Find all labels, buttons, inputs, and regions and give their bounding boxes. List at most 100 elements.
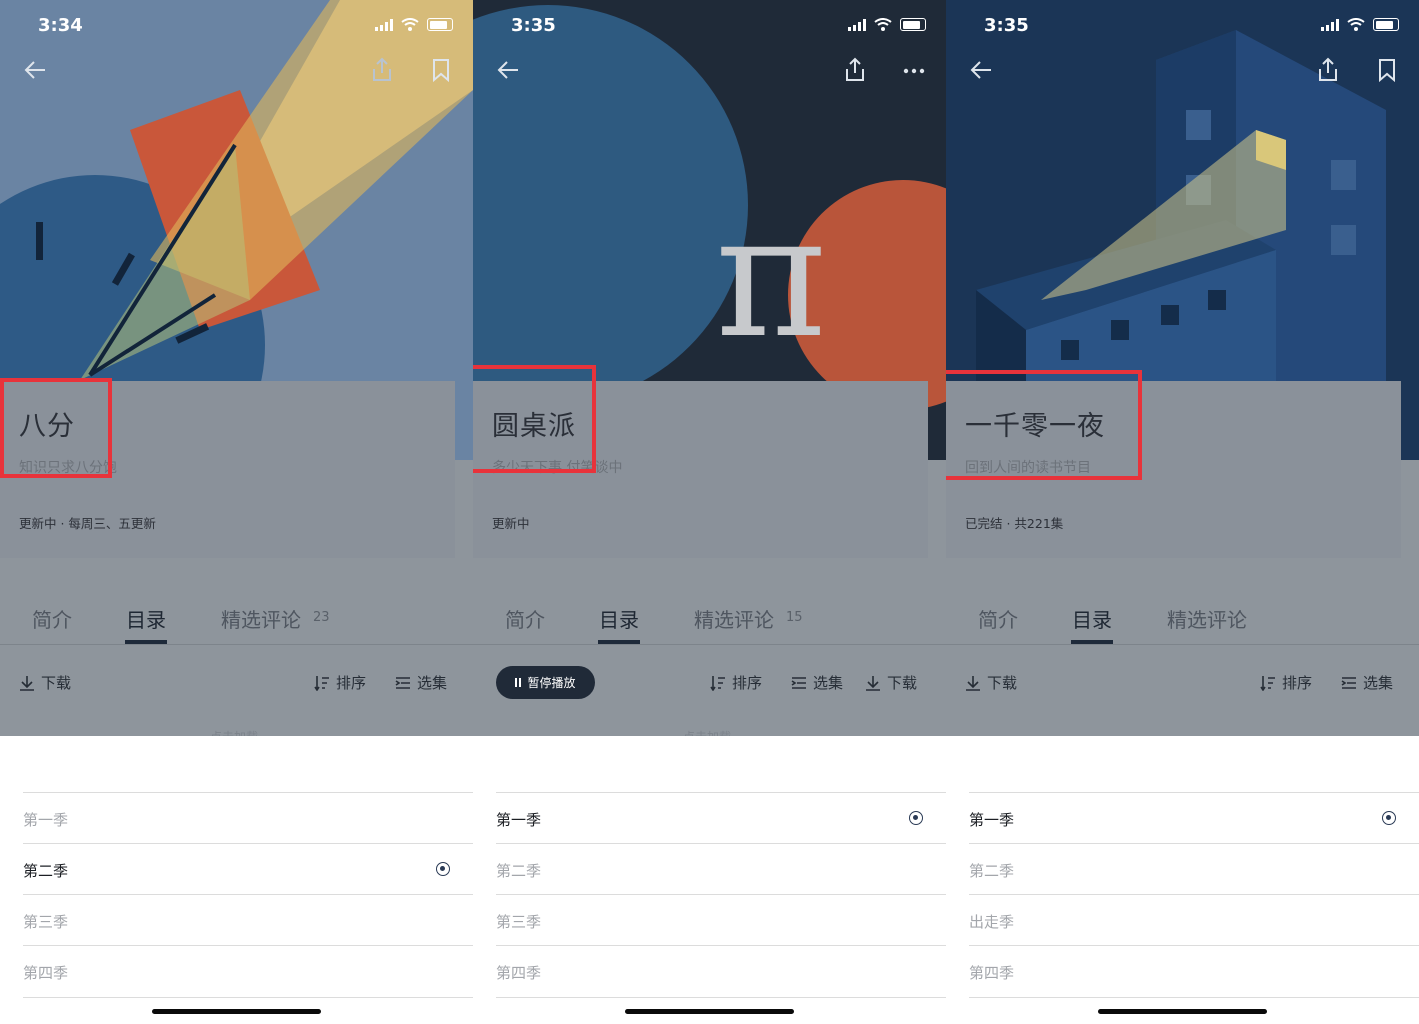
battery-icon [900,18,926,31]
season-option[interactable]: 出走季 [969,894,1419,946]
pause-button[interactable]: 暂停播放 [496,666,595,699]
more-icon[interactable] [900,56,928,84]
title-highlight-box [473,365,596,473]
bookmark-icon[interactable] [1373,56,1401,84]
title-highlight-box [946,370,1142,480]
back-arrow-icon[interactable] [21,56,49,84]
season-option[interactable]: 第四季 [23,945,473,997]
pause-label: 暂停播放 [527,676,576,690]
selected-radio-icon [909,811,923,825]
tab-intro[interactable]: 简介 [978,604,1018,633]
season-label: 第二季 [969,862,1015,880]
load-more-text[interactable]: 点击加载 [683,728,731,736]
comment-count: 23 [313,610,330,625]
season-label: 第一季 [23,811,69,829]
tab-catalog[interactable]: 目录 [1072,604,1112,633]
tab-comments[interactable]: 精选评论 [221,604,301,633]
sort-icon [710,675,725,691]
tab-comments[interactable]: 精选评论 [1167,604,1247,633]
season-option[interactable]: 第二季 [23,843,473,895]
show-status: 更新中 [492,516,530,531]
list-icon [395,676,410,689]
download-button[interactable]: 下载 [19,672,71,693]
season-option[interactable]: 第四季 [496,945,946,997]
season-label: 第四季 [969,964,1015,982]
sort-button[interactable]: 排序 [1260,672,1312,693]
divider [23,997,473,998]
screen-qianlingyiye: 3:35 一千零一夜 回到人间的读书节目 已完结 · 共221集 简介 目录 精… [946,0,1419,1024]
season-label: 出走季 [969,913,1015,931]
pause-icon [515,678,522,687]
download-icon [866,675,880,691]
screen-bafen: 3:34 八分 知识只求八分饱 更新中 · 每周三、五更新 简介 目录 精选评论… [0,0,473,1024]
season-option[interactable]: 第三季 [496,894,946,946]
tab-catalog[interactable]: 目录 [599,604,639,633]
status-time: 3:35 [511,15,556,36]
season-option[interactable]: 第二季 [969,843,1419,895]
svg-text:π: π [715,178,827,376]
download-label: 下载 [987,674,1018,692]
share-icon[interactable] [368,56,396,84]
wifi-icon [874,18,892,31]
tab-intro[interactable]: 简介 [505,604,545,633]
select-label: 选集 [417,674,448,692]
tab-bar: 简介 目录 精选评论 23 [0,600,473,645]
season-option[interactable]: 第二季 [496,843,946,895]
sort-icon [1260,675,1275,691]
load-more-text[interactable]: 点击加载 [210,728,258,736]
battery-icon [427,18,453,31]
back-arrow-icon[interactable] [494,56,522,84]
season-option[interactable]: 第四季 [969,945,1419,997]
show-status: 更新中 · 每周三、五更新 [19,516,156,531]
download-button[interactable]: 下载 [965,672,1017,693]
status-bar: 3:35 [946,0,1419,50]
select-episodes-button[interactable]: 选集 [791,672,843,693]
season-label: 第二季 [23,862,69,880]
wifi-icon [401,18,419,31]
tab-catalog[interactable]: 目录 [126,604,166,633]
tab-indicator [1071,640,1113,644]
season-option[interactable]: 第三季 [23,894,473,946]
tab-bar: 简介 目录 精选评论 [946,600,1419,645]
season-label: 第三季 [496,913,542,931]
signal-icon [375,18,393,31]
sort-label: 排序 [1282,674,1313,692]
wifi-icon [1347,18,1365,31]
download-label: 下载 [41,674,72,692]
home-indicator [625,1009,794,1014]
sort-button[interactable]: 排序 [314,672,366,693]
sort-button[interactable]: 排序 [710,672,762,693]
status-bar: 3:34 [0,0,473,50]
list-icon [791,676,806,689]
signal-icon [848,18,866,31]
share-icon[interactable] [1314,56,1342,84]
title-highlight-box [0,378,112,478]
divider [969,997,1419,998]
show-status: 已完结 · 共221集 [965,516,1064,531]
sort-label: 排序 [732,674,763,692]
season-option[interactable]: 第一季 [496,792,946,844]
selected-radio-icon [1382,811,1396,825]
status-time: 3:34 [38,15,83,36]
select-episodes-button[interactable]: 选集 [395,672,447,693]
download-icon [20,675,34,691]
signal-icon [1321,18,1339,31]
tab-intro[interactable]: 简介 [32,604,72,633]
home-indicator [152,1009,321,1014]
share-icon[interactable] [841,56,869,84]
status-bar: 3:35 [473,0,946,50]
divider [496,997,946,998]
download-button[interactable]: 下载 [865,672,917,693]
select-episodes-button[interactable]: 选集 [1341,672,1393,693]
season-option[interactable]: 第一季 [969,792,1419,844]
season-option[interactable]: 第一季 [23,792,473,844]
tab-comments[interactable]: 精选评论 [694,604,774,633]
tab-indicator [125,640,167,644]
battery-icon [1373,18,1399,31]
back-arrow-icon[interactable] [967,56,995,84]
sort-icon [314,675,329,691]
select-label: 选集 [813,674,844,692]
bookmark-icon[interactable] [427,56,455,84]
season-label: 第三季 [23,913,69,931]
download-label: 下载 [887,674,918,692]
